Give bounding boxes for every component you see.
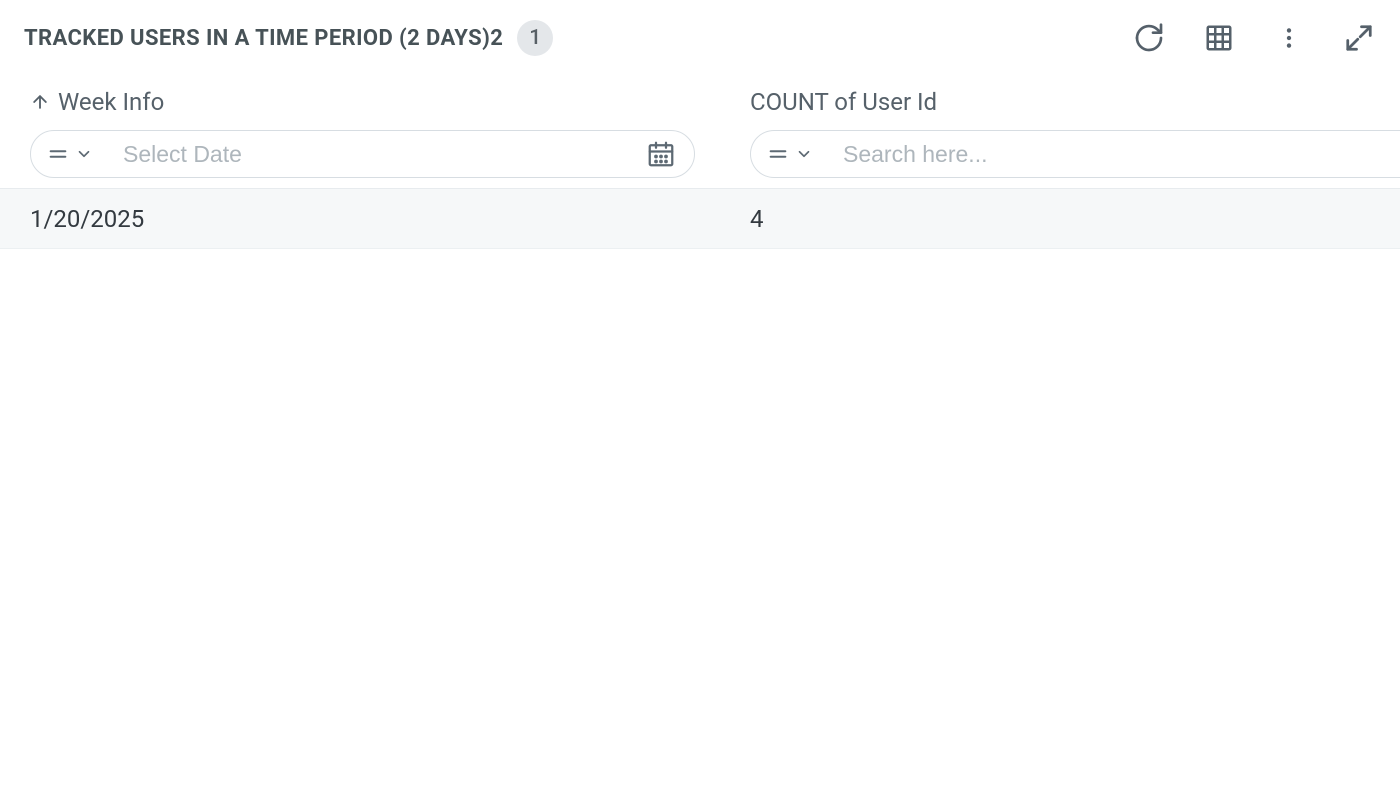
column-label-count-user-id[interactable]: COUNT of User Id [750,88,1400,116]
cell-week-info: 1/20/2025 [0,205,720,233]
cell-count-user-id: 4 [720,205,1400,233]
panel-title: TRACKED USERS IN A TIME PERIOD (2 DAYS)2 [24,26,503,51]
refresh-icon [1133,22,1165,54]
column-label-text: Week Info [58,88,164,116]
table-view-button[interactable] [1202,21,1236,55]
header-left: TRACKED USERS IN A TIME PERIOD (2 DAYS)2… [24,20,553,56]
record-count-badge: 1 [517,20,553,56]
more-options-button[interactable] [1272,21,1306,55]
more-vertical-icon [1276,23,1302,53]
fullscreen-button[interactable] [1342,21,1376,55]
sort-asc-icon [30,92,50,112]
column-label-week-info[interactable]: Week Info [30,88,720,116]
calendar-icon [646,139,676,169]
column-header-count-user-id[interactable]: COUNT of User Id [720,88,1400,178]
table-row[interactable]: 1/20/2025 4 [0,189,1400,249]
equals-icon [47,143,69,165]
columns-header-row: Week Info [0,74,1400,188]
filter-pill-count-user-id [750,130,1400,178]
chevron-down-icon [795,145,813,163]
fullscreen-icon [1344,23,1374,53]
filter-operator-button[interactable] [47,143,105,165]
count-filter-input[interactable] [837,141,1400,168]
calendar-picker-button[interactable] [646,139,676,169]
refresh-button[interactable] [1132,21,1166,55]
data-table: 1/20/2025 4 [0,189,1400,249]
table-icon [1204,23,1234,53]
filter-pill-week-info [30,130,695,178]
date-filter-input[interactable] [117,141,634,168]
header-actions [1132,21,1376,55]
chevron-down-icon [75,145,93,163]
column-label-text: COUNT of User Id [750,88,937,116]
panel-header: TRACKED USERS IN A TIME PERIOD (2 DAYS)2… [0,0,1400,74]
equals-icon [767,143,789,165]
column-header-week-info[interactable]: Week Info [0,88,720,178]
filter-operator-button[interactable] [767,143,825,165]
